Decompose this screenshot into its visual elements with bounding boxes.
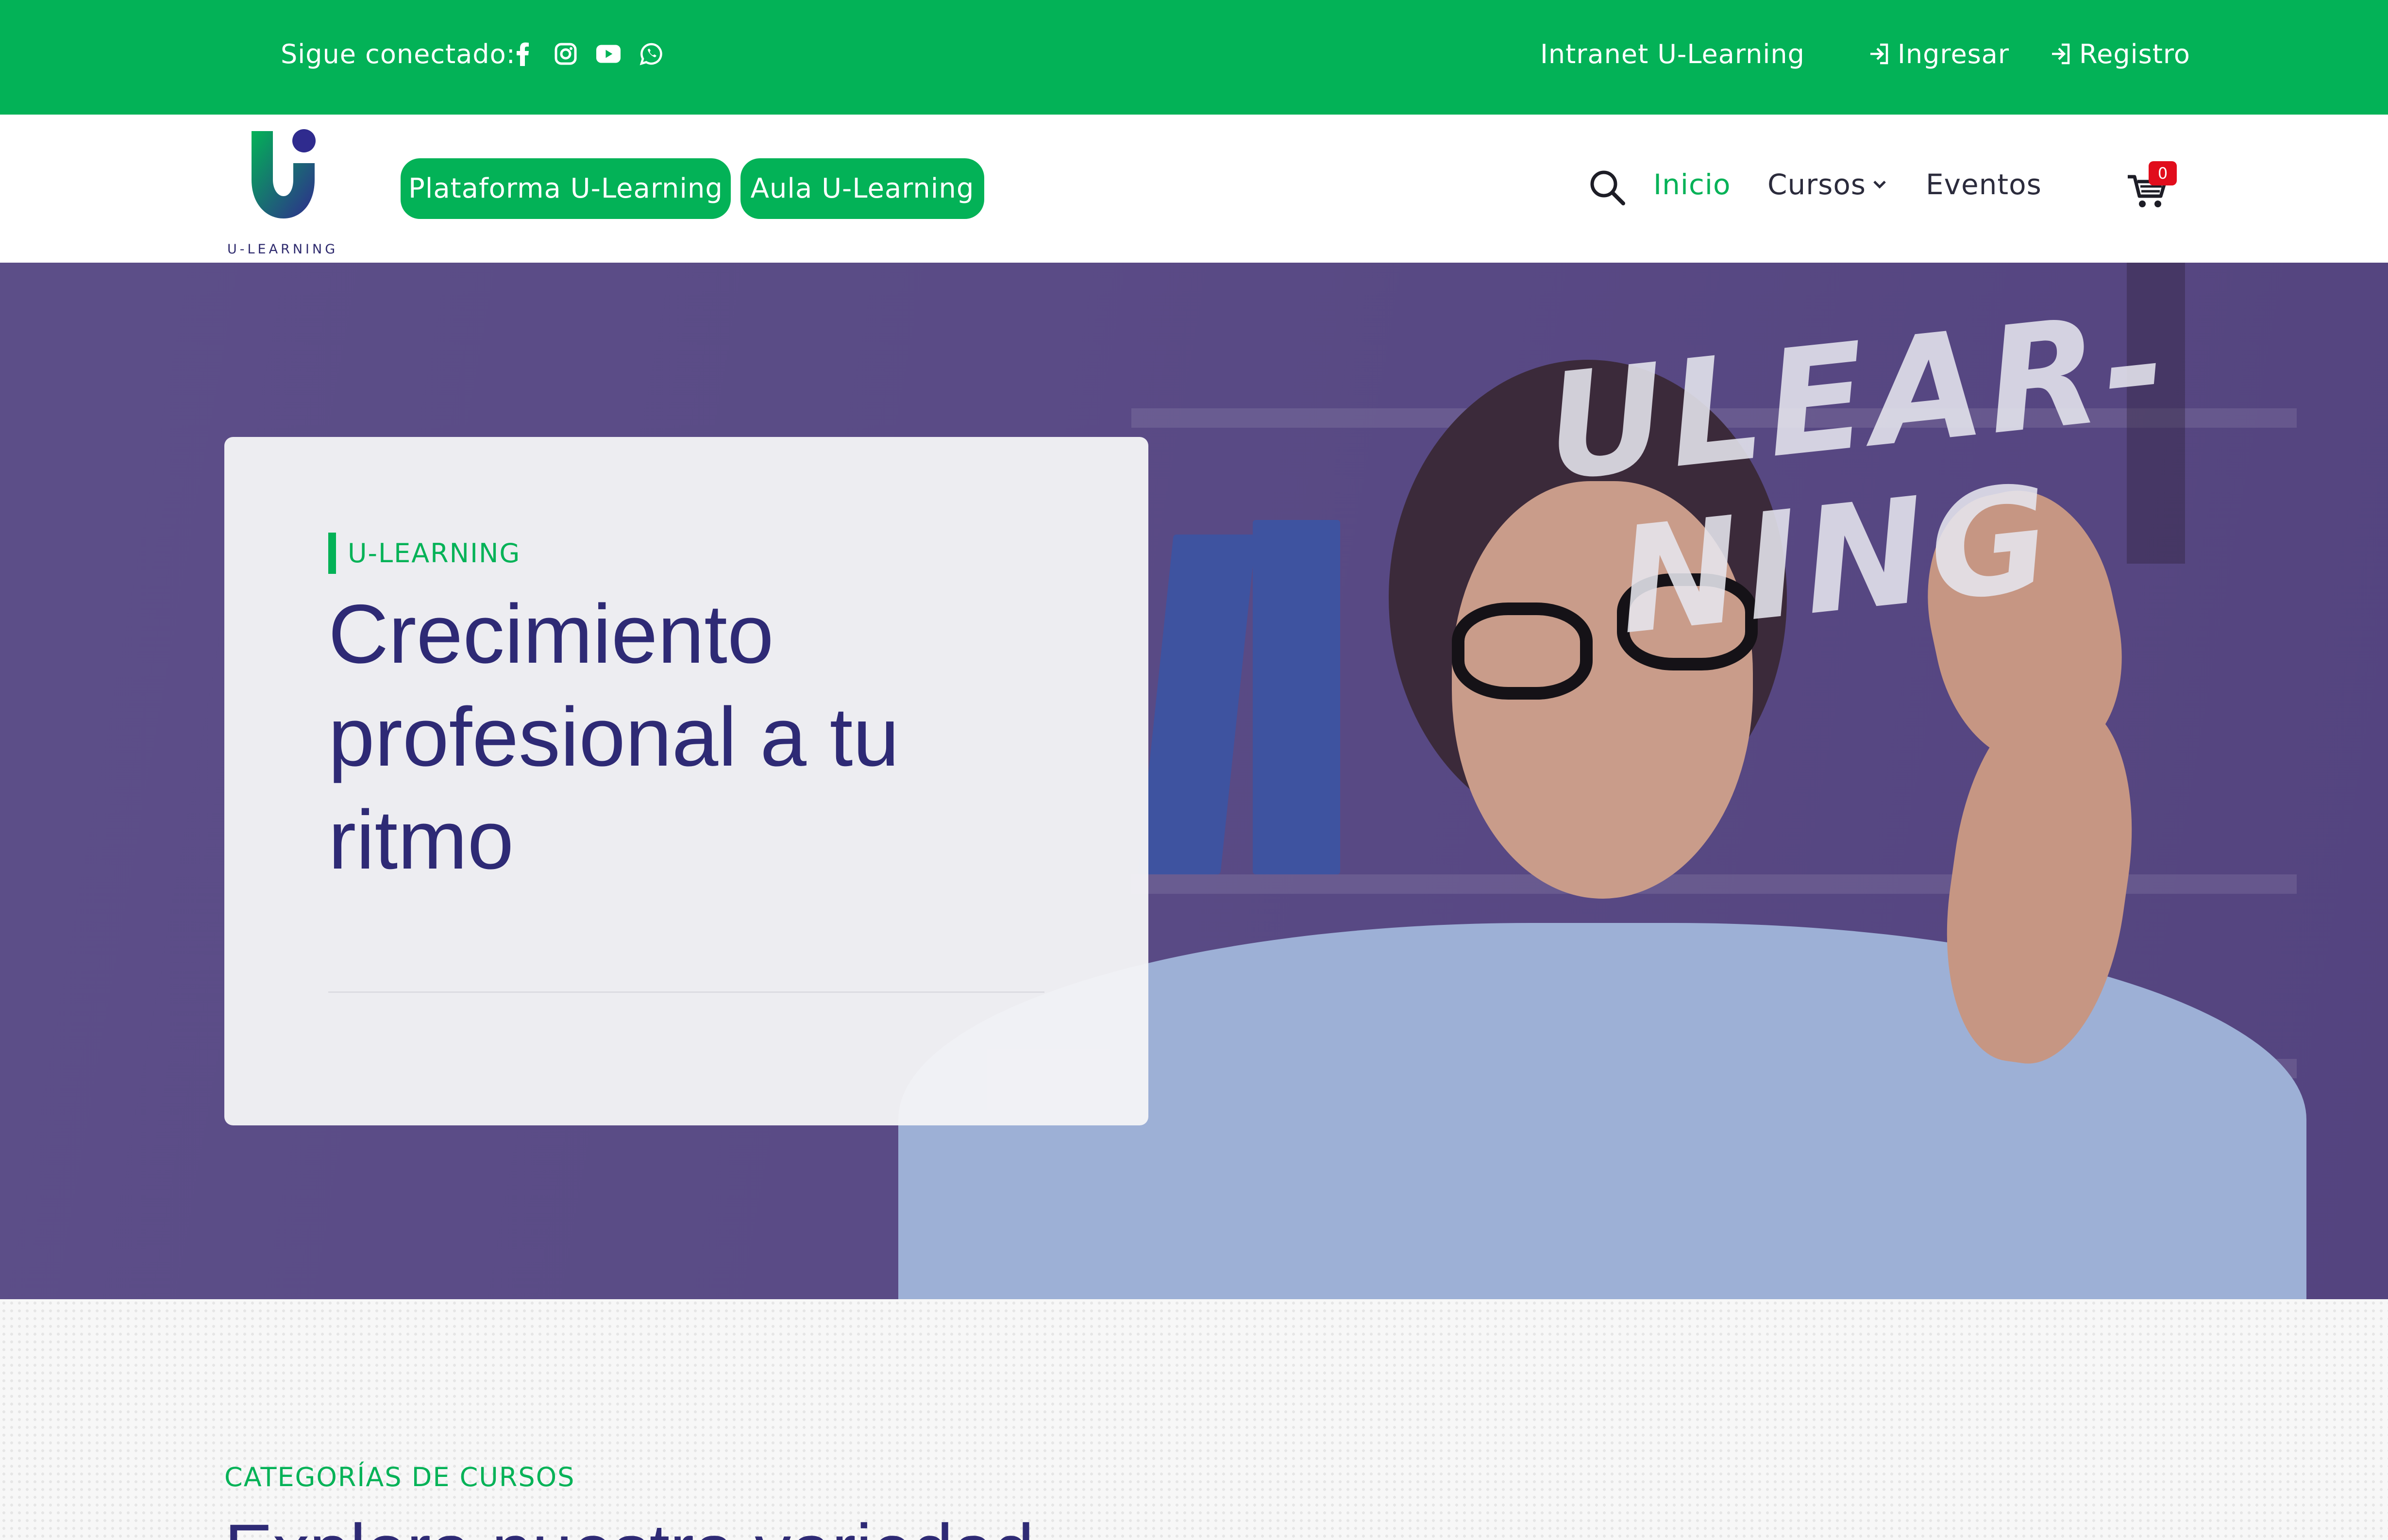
- logo-text: U-LEARNING: [227, 242, 338, 257]
- hero-kicker: U-LEARNING: [348, 538, 521, 569]
- hero-card-divider: [328, 991, 1044, 993]
- nav-eventos[interactable]: Eventos: [1926, 165, 2042, 204]
- categories-title: Explora nuestra variedad: [224, 1508, 1034, 1540]
- follow-label: Sigue conectado:: [281, 38, 516, 69]
- facebook-icon[interactable]: [511, 39, 535, 68]
- youtube-icon[interactable]: [596, 39, 621, 68]
- hero-handwriting: ULEAR- NING: [1538, 279, 2178, 673]
- hero-banner: ULEAR- NING U-LEARNING Crecimiento profe…: [0, 263, 2388, 1299]
- site-logo[interactable]: U-LEARNING: [224, 121, 336, 257]
- login-link[interactable]: Ingresar: [1868, 37, 2009, 71]
- intranet-link[interactable]: Intranet U-Learning: [1540, 37, 1805, 71]
- whatsapp-icon[interactable]: [639, 39, 663, 68]
- login-label: Ingresar: [1898, 38, 2010, 69]
- categories-section: CATEGORÍAS DE CURSOS Explora nuestra var…: [0, 1299, 2388, 1540]
- top-bar: Sigue conectado: Intranet U-Learning Ing…: [0, 0, 2388, 115]
- main-navbar: U-LEARNING Plataforma U-Learning Aula U-…: [0, 115, 2388, 263]
- kicker-accent-bar: [328, 533, 336, 574]
- instagram-icon[interactable]: [554, 39, 578, 68]
- register-link[interactable]: Registro: [2050, 37, 2190, 71]
- social-links: [511, 37, 663, 71]
- nav-inicio[interactable]: Inicio: [1653, 165, 1731, 204]
- cart-count-badge: 0: [2149, 161, 2177, 185]
- register-icon: [2050, 42, 2072, 66]
- nav-cursos-label: Cursos: [1767, 168, 1867, 201]
- login-icon: [1868, 42, 1891, 66]
- platform-button[interactable]: Plataforma U-Learning: [401, 158, 731, 219]
- register-label: Registro: [2079, 38, 2190, 69]
- chevron-down-icon: [1872, 177, 1887, 192]
- aula-button[interactable]: Aula U-Learning: [740, 158, 984, 219]
- nav-cursos[interactable]: Cursos: [1767, 165, 1887, 204]
- categories-kicker: CATEGORÍAS DE CURSOS: [224, 1462, 575, 1492]
- search-icon[interactable]: [1588, 168, 1627, 207]
- hero-headline: Crecimiento profesional a tu ritmo: [328, 587, 900, 887]
- hero-card: U-LEARNING Crecimiento profesional a tu …: [224, 437, 1148, 1125]
